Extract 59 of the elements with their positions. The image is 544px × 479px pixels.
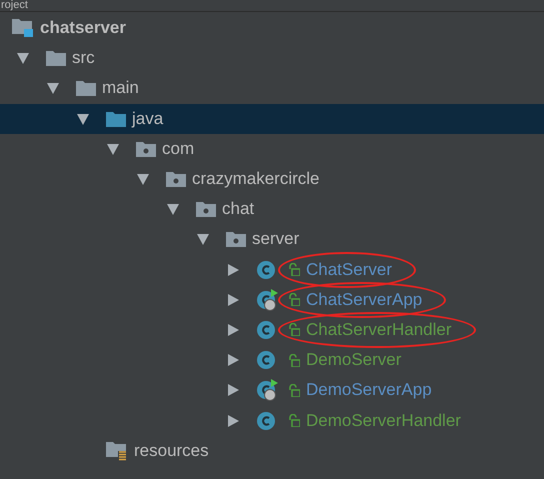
node-label: java — [132, 108, 164, 128]
lock-icon — [288, 323, 300, 336]
node-label: ChatServer — [306, 260, 392, 279]
package-folder-icon — [226, 231, 246, 248]
tree-row[interactable]: chat — [0, 194, 544, 224]
tree-row[interactable]: java — [0, 104, 544, 134]
tree-row[interactable]: ChatServerApp — [0, 284, 544, 315]
node-label: ChatServerApp — [306, 290, 422, 309]
tree-row[interactable]: chatserver — [0, 13, 544, 44]
node-label: chat — [222, 199, 254, 218]
expanded-arrow-icon[interactable] — [16, 51, 30, 66]
resources-folder-icon — [106, 440, 128, 461]
tree-row[interactable]: DemoServerHandler — [0, 405, 544, 436]
expanded-arrow-icon[interactable] — [76, 112, 90, 126]
node-label: DemoServerApp — [306, 380, 432, 400]
lock-icon — [288, 263, 300, 276]
expanded-arrow-icon[interactable] — [136, 172, 150, 186]
module-folder-icon — [12, 18, 34, 38]
expanded-arrow-icon[interactable] — [166, 202, 180, 216]
tree-row[interactable]: main — [0, 73, 544, 104]
package-folder-icon — [196, 201, 216, 218]
node-label: ChatServerHandler — [306, 320, 452, 339]
folder-icon — [76, 80, 96, 96]
folder-icon — [106, 110, 126, 127]
collapsed-arrow-icon[interactable] — [226, 292, 240, 307]
node-label: DemoServer — [306, 350, 402, 370]
node-label: chatserver — [40, 18, 126, 38]
tree-row[interactable]: ChatServerHandler — [0, 314, 544, 346]
tree-row[interactable]: server — [0, 224, 544, 254]
tree-row[interactable]: src — [0, 43, 544, 74]
expanded-arrow-icon[interactable] — [196, 232, 210, 246]
tree-row[interactable]: crazymakercircle — [0, 164, 544, 194]
panel-title: roject — [1, 0, 28, 11]
package-folder-icon — [136, 140, 156, 157]
collapsed-arrow-icon[interactable] — [226, 353, 240, 368]
collapsed-arrow-icon[interactable] — [226, 262, 240, 277]
node-label: com — [162, 138, 194, 158]
expanded-arrow-icon[interactable] — [46, 81, 60, 96]
expanded-arrow-icon[interactable] — [106, 142, 120, 156]
lock-icon — [288, 354, 300, 367]
lock-icon — [288, 293, 300, 306]
tree-row[interactable]: ChatServer — [0, 254, 544, 285]
folder-icon — [46, 50, 66, 66]
tree-row[interactable]: DemoServerApp — [0, 375, 544, 406]
node-label: DemoServerHandler — [306, 410, 461, 430]
node-label: src — [72, 48, 95, 68]
node-label: server — [252, 229, 300, 248]
node-label: resources — [134, 440, 209, 460]
tree-row[interactable]: DemoServer — [0, 345, 544, 376]
node-label: crazymakercircle — [192, 169, 320, 188]
node-label: main — [102, 78, 139, 98]
tree-row[interactable]: com — [0, 134, 544, 164]
collapsed-arrow-icon[interactable] — [226, 383, 240, 398]
collapsed-arrow-icon[interactable] — [226, 322, 240, 337]
tree-row[interactable]: resources — [0, 436, 544, 466]
collapsed-arrow-icon[interactable] — [226, 414, 240, 428]
package-folder-icon — [166, 171, 186, 188]
lock-icon — [288, 384, 300, 397]
lock-icon — [288, 414, 300, 428]
